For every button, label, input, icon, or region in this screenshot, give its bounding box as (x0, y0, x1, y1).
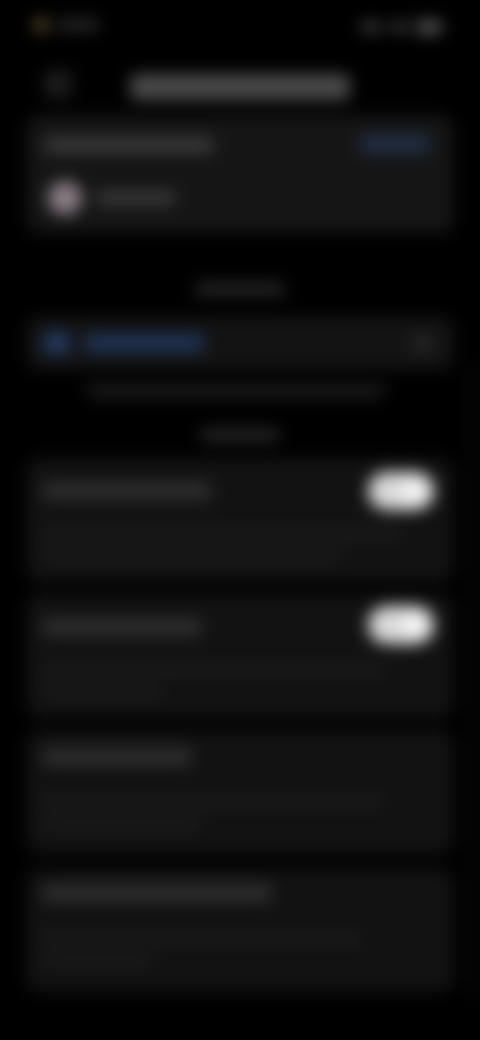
link-row[interactable] (26, 316, 454, 370)
setting-row-3-description-2 (42, 818, 202, 830)
app-icon (34, 18, 48, 32)
chevron-left-icon[interactable] (44, 70, 72, 98)
section-label-secondary (200, 428, 280, 442)
link-icon (44, 332, 70, 354)
signal-icon (360, 22, 382, 32)
setting-row-4-description (42, 932, 362, 944)
settings-screen (0, 0, 480, 1040)
status-bar (0, 10, 480, 50)
account-card[interactable] (26, 115, 454, 233)
setting-row-1[interactable] (26, 458, 454, 582)
chevron-right-icon (412, 336, 432, 350)
account-name (96, 191, 176, 205)
section-label-primary (194, 282, 286, 296)
page-title (130, 74, 350, 100)
setting-row-3-description (42, 796, 382, 808)
setting-row-2-title (42, 618, 202, 636)
setting-row-4-description-2 (42, 954, 152, 966)
setting-row-2-description (42, 664, 382, 676)
setting-row-2[interactable] (26, 594, 454, 718)
avatar-icon (48, 181, 82, 215)
setting-row-4-title (42, 884, 272, 902)
link-row-caption (86, 384, 386, 398)
setting-row-4[interactable] (26, 868, 454, 992)
setting-row-1-toggle[interactable] (368, 472, 434, 510)
setting-row-1-title (42, 482, 212, 500)
status-left (34, 18, 100, 32)
account-heading (44, 137, 214, 153)
setting-row-3-title (42, 748, 192, 766)
wifi-icon (390, 22, 408, 32)
scrollbar[interactable] (470, 360, 476, 1000)
setting-row-2-description-2 (42, 686, 162, 698)
link-row-label (84, 334, 204, 352)
status-right (360, 20, 442, 34)
setting-row-2-toggle[interactable] (368, 606, 434, 644)
toggle-knob (400, 476, 430, 506)
setting-row-1-description-2 (42, 550, 342, 562)
battery-icon (416, 20, 442, 34)
setting-row-1-description (42, 528, 402, 540)
toggle-knob (400, 610, 430, 640)
setting-row-3[interactable] (26, 730, 454, 854)
status-text (56, 20, 100, 30)
account-action-link[interactable] (360, 135, 430, 153)
